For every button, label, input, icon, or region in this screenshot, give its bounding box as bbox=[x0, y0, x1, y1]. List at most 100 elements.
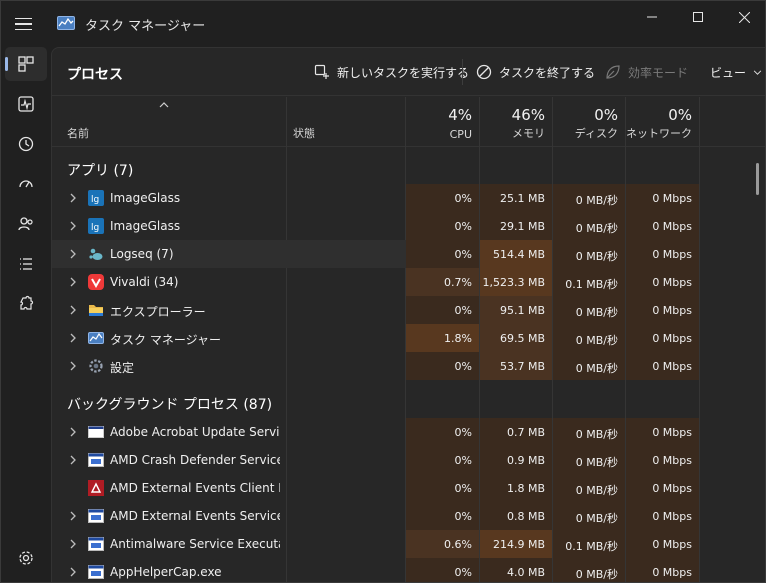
column-network[interactable]: ネットワーク bbox=[626, 125, 692, 141]
disk-value: 0 MB/秒 bbox=[553, 502, 625, 530]
details-list-icon bbox=[20, 258, 32, 270]
disk-value: 0 MB/秒 bbox=[553, 418, 625, 446]
memory-value: 0.8 MB bbox=[480, 502, 552, 530]
memory-value: 29.1 MB bbox=[480, 212, 552, 240]
amd-icon bbox=[88, 480, 104, 496]
process-row[interactable]: AMD Crash Defender Service 0% 0.9 MB 0 MB/秒… bbox=[52, 446, 765, 474]
chevron-right-icon[interactable] bbox=[69, 333, 77, 343]
vertical-scrollbar[interactable] bbox=[756, 163, 759, 195]
disk-value: 0 MB/秒 bbox=[553, 296, 625, 324]
process-row[interactable]: AppHelperCap.exe 0% 4.0 MB 0 MB/秒 0 Mbps bbox=[52, 558, 765, 582]
nav-services[interactable] bbox=[5, 287, 47, 321]
column-disk[interactable]: ディスク bbox=[553, 125, 618, 141]
chevron-right-icon[interactable] bbox=[69, 221, 77, 231]
chevron-right-icon[interactable] bbox=[69, 455, 77, 465]
minimize-button[interactable] bbox=[629, 1, 675, 33]
group-header-background[interactable]: バックグラウンド プロセス (87) bbox=[67, 394, 272, 414]
run-new-task-button[interactable]: 新しいタスクを実行する bbox=[308, 58, 475, 86]
chevron-right-icon[interactable] bbox=[69, 361, 77, 371]
chevron-right-icon[interactable] bbox=[69, 277, 77, 287]
disk-total-percent: 0% bbox=[594, 106, 618, 124]
chevron-right-icon[interactable] bbox=[69, 193, 77, 203]
cpu-value: 0.7% bbox=[406, 268, 479, 296]
disk-value: 0 MB/秒 bbox=[553, 240, 625, 268]
cpu-value: 1.8% bbox=[406, 324, 479, 352]
process-row[interactable]: lg ImageGlass 0% 29.1 MB 0 MB/秒 0 Mbps bbox=[52, 212, 765, 240]
nav-app-history[interactable] bbox=[5, 127, 47, 161]
leaf-icon bbox=[606, 65, 620, 79]
process-name: AppHelperCap.exe bbox=[110, 565, 222, 579]
chevron-right-icon[interactable] bbox=[69, 249, 77, 259]
cpu-value: 0% bbox=[406, 418, 479, 446]
process-row[interactable]: Adobe Acrobat Update Servic... 0% 0.7 MB 0 … bbox=[52, 418, 765, 446]
maximize-icon bbox=[693, 12, 703, 22]
service-icon bbox=[88, 509, 104, 523]
process-name: ImageGlass bbox=[110, 191, 181, 205]
end-task-button[interactable]: タスクを終了する bbox=[470, 58, 601, 86]
memory-value: 25.1 MB bbox=[480, 184, 552, 212]
chevron-right-icon[interactable] bbox=[69, 305, 77, 315]
chevron-right-icon[interactable] bbox=[69, 511, 77, 521]
end-task-label: タスクを終了する bbox=[499, 65, 596, 80]
efficiency-mode-label: 効率モード bbox=[628, 65, 689, 80]
process-row[interactable]: Logseq (7) 0% 514.4 MB 0 MB/秒 0 Mbps bbox=[52, 240, 765, 268]
nav-performance[interactable] bbox=[5, 87, 47, 121]
hamburger-menu-icon[interactable] bbox=[15, 13, 37, 35]
disk-value: 0 MB/秒 bbox=[553, 446, 625, 474]
process-row[interactable]: 設定 0% 53.7 MB 0 MB/秒 0 Mbps bbox=[52, 352, 765, 380]
view-menu-button[interactable]: ビュー bbox=[704, 58, 765, 86]
end-task-icon bbox=[476, 64, 492, 80]
group-header-apps[interactable]: アプリ (7) bbox=[67, 160, 133, 180]
nav-users[interactable] bbox=[5, 207, 47, 241]
column-header: 名前 状態 4% CPU 46% メモリ 0% ディスク 0% ネットワーク bbox=[52, 97, 765, 147]
process-row[interactable]: エクスプローラー 0% 95.1 MB 0 MB/秒 0 Mbps bbox=[52, 296, 765, 324]
navigation-rail bbox=[1, 47, 51, 582]
network-value: 0 Mbps bbox=[626, 558, 699, 582]
process-row[interactable]: AMD External Events Service ...0%0.8 MB0… bbox=[52, 502, 765, 530]
nav-startup-apps[interactable] bbox=[5, 167, 47, 201]
column-status[interactable]: 状態 bbox=[293, 125, 315, 141]
chevron-right-icon[interactable] bbox=[69, 567, 77, 577]
column-name[interactable]: 名前 bbox=[67, 125, 89, 141]
nav-settings[interactable] bbox=[5, 541, 47, 575]
memory-value: 0.7 MB bbox=[480, 418, 552, 446]
cpu-value: 0% bbox=[406, 240, 479, 268]
nav-processes[interactable] bbox=[5, 47, 47, 81]
efficiency-mode-button[interactable]: 効率モード bbox=[599, 58, 694, 86]
process-name: エクスプローラー bbox=[110, 305, 206, 319]
process-name: Antimalware Service Executable bbox=[110, 537, 280, 551]
disk-value: 0.1 MB/秒 bbox=[553, 530, 625, 558]
cpu-value: 0% bbox=[406, 212, 479, 240]
process-name: ImageGlass bbox=[110, 219, 181, 233]
cpu-value: 0% bbox=[406, 352, 479, 380]
speedometer-icon bbox=[19, 180, 33, 188]
nav-details[interactable] bbox=[5, 247, 47, 281]
page-title: プロセス bbox=[67, 67, 123, 83]
network-value: 0 Mbps bbox=[626, 474, 699, 502]
settings-gear-icon bbox=[89, 359, 103, 373]
chevron-right-icon[interactable] bbox=[69, 427, 77, 437]
users-icon bbox=[18, 217, 33, 231]
process-row[interactable]: Vivaldi (34) 0.7% 1,523.3 MB 0.1 MB/秒 0 Mbps bbox=[52, 268, 765, 296]
maximize-button[interactable] bbox=[675, 1, 721, 33]
cpu-value: 0% bbox=[406, 296, 479, 324]
process-row[interactable]: タスク マネージャー 1.8% 69.5 MB 0 MB/秒 0 Mbps bbox=[52, 324, 765, 352]
memory-value: 69.5 MB bbox=[480, 324, 552, 352]
window-title: タスク マネージャー bbox=[85, 19, 206, 34]
chevron-right-icon[interactable] bbox=[69, 539, 77, 549]
process-row[interactable]: Antimalware Service Executable 0.6%214.9 … bbox=[52, 530, 765, 558]
column-memory[interactable]: メモリ bbox=[480, 125, 545, 141]
process-name: AMD External Events Service ... bbox=[110, 509, 280, 523]
network-total-percent: 0% bbox=[668, 106, 692, 124]
cpu-value: 0% bbox=[406, 446, 479, 474]
memory-value: 214.9 MB bbox=[480, 530, 552, 558]
close-button[interactable] bbox=[721, 1, 765, 33]
process-name: AMD External Events Client M... bbox=[110, 481, 280, 495]
memory-value: 4.0 MB bbox=[480, 558, 552, 582]
task-manager-app-icon bbox=[57, 16, 75, 30]
process-row[interactable]: lg ImageGlass 0% 25.1 MB 0 MB/秒 0 Mbps bbox=[52, 184, 765, 212]
process-name: Logseq (7) bbox=[110, 247, 174, 261]
process-row[interactable]: AMD External Events Client M...0%1.8 MB0… bbox=[52, 474, 765, 502]
column-cpu[interactable]: CPU bbox=[406, 128, 472, 141]
network-value: 0 Mbps bbox=[626, 268, 699, 296]
